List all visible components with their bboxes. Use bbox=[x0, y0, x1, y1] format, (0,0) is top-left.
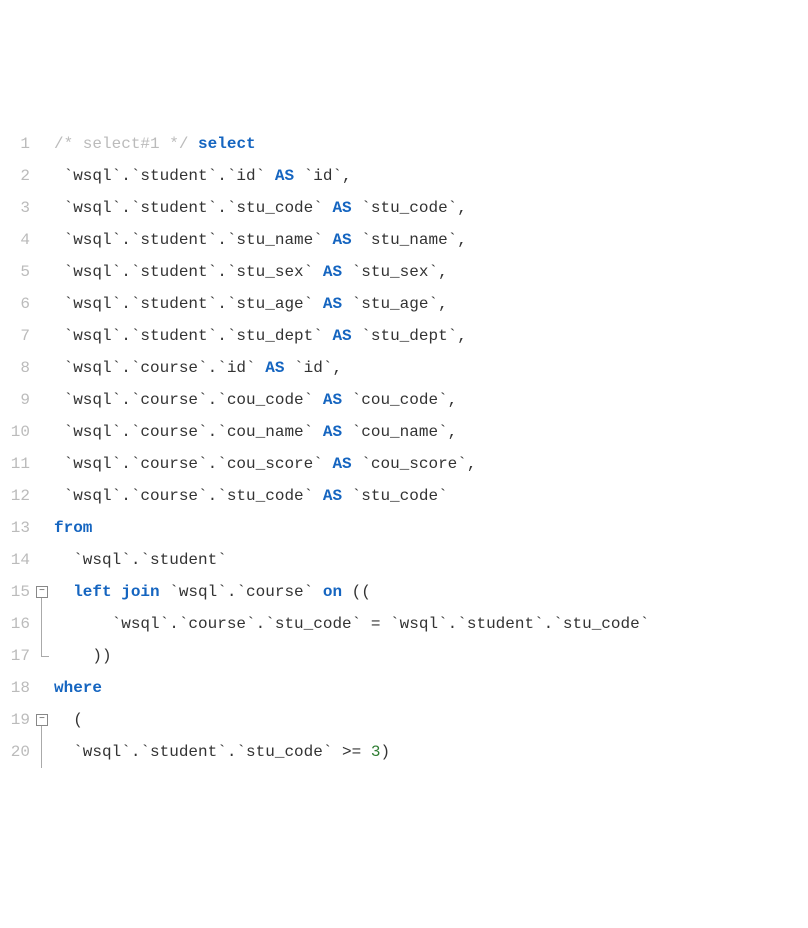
token-kw: AS bbox=[275, 167, 294, 185]
code-line: ( bbox=[54, 704, 808, 736]
token-cm: /* select#1 */ bbox=[54, 135, 198, 153]
line-number: 19 bbox=[0, 704, 30, 736]
line-number: 9 bbox=[0, 384, 30, 416]
line-number: 10 bbox=[0, 416, 30, 448]
code-line: from bbox=[54, 512, 808, 544]
token-txt: `stu_dept`, bbox=[352, 327, 467, 345]
token-kw: left join bbox=[73, 583, 159, 601]
token-kw: on bbox=[323, 583, 342, 601]
token-txt: )) bbox=[54, 647, 112, 665]
code-line: `wsql`.`course`.`stu_code` = `wsql`.`stu… bbox=[54, 608, 808, 640]
line-number: 6 bbox=[0, 288, 30, 320]
token-kw: where bbox=[54, 679, 102, 697]
line-number: 18 bbox=[0, 672, 30, 704]
code-line: `wsql`.`student` bbox=[54, 544, 808, 576]
token-txt: ) bbox=[380, 743, 390, 761]
code-line: `wsql`.`course`.`cou_name` AS `cou_name`… bbox=[54, 416, 808, 448]
token-txt: `wsql`.`student`.`stu_code` bbox=[54, 199, 332, 217]
line-number: 3 bbox=[0, 192, 30, 224]
code-line: `wsql`.`student`.`stu_dept` AS `stu_dept… bbox=[54, 320, 808, 352]
code-line: `wsql`.`student`.`stu_sex` AS `stu_sex`, bbox=[54, 256, 808, 288]
fold-toggle-icon[interactable]: − bbox=[36, 586, 48, 598]
code-line: left join `wsql`.`course` on (( bbox=[54, 576, 808, 608]
token-txt: ( bbox=[54, 711, 83, 729]
token-kw: AS bbox=[332, 327, 351, 345]
token-kw: AS bbox=[332, 199, 351, 217]
token-txt: `wsql`.`course`.`id` bbox=[54, 359, 265, 377]
code-line: `wsql`.`course`.`stu_code` AS `stu_code` bbox=[54, 480, 808, 512]
token-kw: AS bbox=[265, 359, 284, 377]
code-line: `wsql`.`student`.`stu_code` >= 3) bbox=[54, 736, 808, 768]
token-kw: AS bbox=[332, 231, 351, 249]
fold-guide bbox=[41, 736, 42, 768]
fold-guide bbox=[41, 608, 42, 640]
token-txt: `wsql`.`course`.`cou_name` bbox=[54, 423, 323, 441]
token-kw: from bbox=[54, 519, 92, 537]
code-editor: 1234567891011121314151617181920 −− /* se… bbox=[0, 128, 808, 768]
token-txt: `wsql`.`student`.`stu_sex` bbox=[54, 263, 323, 281]
token-txt: `stu_sex`, bbox=[342, 263, 448, 281]
token-txt: `cou_name`, bbox=[342, 423, 457, 441]
code-line: `wsql`.`course`.`cou_score` AS `cou_scor… bbox=[54, 448, 808, 480]
token-txt: `wsql`.`course`.`stu_code` bbox=[54, 487, 323, 505]
line-number: 16 bbox=[0, 608, 30, 640]
line-number: 8 bbox=[0, 352, 30, 384]
token-txt: `wsql`.`student`.`id` bbox=[54, 167, 275, 185]
token-kw: AS bbox=[332, 455, 351, 473]
line-number: 5 bbox=[0, 256, 30, 288]
line-number: 12 bbox=[0, 480, 30, 512]
token-txt: `stu_code` bbox=[342, 487, 448, 505]
fold-end-icon bbox=[41, 656, 49, 657]
token-txt: `id`, bbox=[284, 359, 342, 377]
fold-guide bbox=[41, 640, 42, 656]
token-kw: select bbox=[198, 135, 256, 153]
line-number: 11 bbox=[0, 448, 30, 480]
line-number: 4 bbox=[0, 224, 30, 256]
code-line: /* select#1 */ select bbox=[54, 128, 808, 160]
token-txt: `wsql`.`student` bbox=[54, 551, 227, 569]
code-line: `wsql`.`course`.`id` AS `id`, bbox=[54, 352, 808, 384]
token-txt: `cou_code`, bbox=[342, 391, 457, 409]
line-number: 1 bbox=[0, 128, 30, 160]
token-txt: `wsql`.`course`.`stu_code` = `wsql`.`stu… bbox=[54, 615, 649, 633]
line-number: 15 bbox=[0, 576, 30, 608]
line-number: 14 bbox=[0, 544, 30, 576]
code-line: `wsql`.`course`.`cou_code` AS `cou_code`… bbox=[54, 384, 808, 416]
code-line: `wsql`.`student`.`stu_age` AS `stu_age`, bbox=[54, 288, 808, 320]
line-number: 7 bbox=[0, 320, 30, 352]
token-txt: `cou_score`, bbox=[352, 455, 477, 473]
code-line: `wsql`.`student`.`stu_code` AS `stu_code… bbox=[54, 192, 808, 224]
code-area: /* select#1 */ select `wsql`.`student`.`… bbox=[54, 128, 808, 768]
line-number: 13 bbox=[0, 512, 30, 544]
line-number: 2 bbox=[0, 160, 30, 192]
token-kw: AS bbox=[323, 391, 342, 409]
token-txt: `stu_age`, bbox=[342, 295, 448, 313]
code-line: )) bbox=[54, 640, 808, 672]
token-txt: `wsql`.`student`.`stu_code` >= bbox=[54, 743, 371, 761]
token-kw: AS bbox=[323, 263, 342, 281]
token-txt: `wsql`.`course`.`cou_score` bbox=[54, 455, 332, 473]
token-txt bbox=[54, 583, 73, 601]
line-number-gutter: 1234567891011121314151617181920 bbox=[0, 128, 36, 768]
fold-column: −− bbox=[36, 128, 54, 768]
token-txt: `wsql`.`course`.`cou_code` bbox=[54, 391, 323, 409]
code-line: `wsql`.`student`.`id` AS `id`, bbox=[54, 160, 808, 192]
token-num: 3 bbox=[371, 743, 381, 761]
line-number: 17 bbox=[0, 640, 30, 672]
code-line: `wsql`.`student`.`stu_name` AS `stu_name… bbox=[54, 224, 808, 256]
token-txt: `stu_name`, bbox=[352, 231, 467, 249]
code-line: where bbox=[54, 672, 808, 704]
token-kw: AS bbox=[323, 487, 342, 505]
fold-toggle-icon[interactable]: − bbox=[36, 714, 48, 726]
token-txt: `wsql`.`student`.`stu_name` bbox=[54, 231, 332, 249]
token-kw: AS bbox=[323, 295, 342, 313]
token-txt: `stu_code`, bbox=[352, 199, 467, 217]
token-txt: `wsql`.`student`.`stu_dept` bbox=[54, 327, 332, 345]
token-txt: `wsql`.`student`.`stu_age` bbox=[54, 295, 323, 313]
line-number: 20 bbox=[0, 736, 30, 768]
token-kw: AS bbox=[323, 423, 342, 441]
token-txt: `wsql`.`course` bbox=[160, 583, 323, 601]
token-txt: `id`, bbox=[294, 167, 352, 185]
token-txt: (( bbox=[342, 583, 371, 601]
